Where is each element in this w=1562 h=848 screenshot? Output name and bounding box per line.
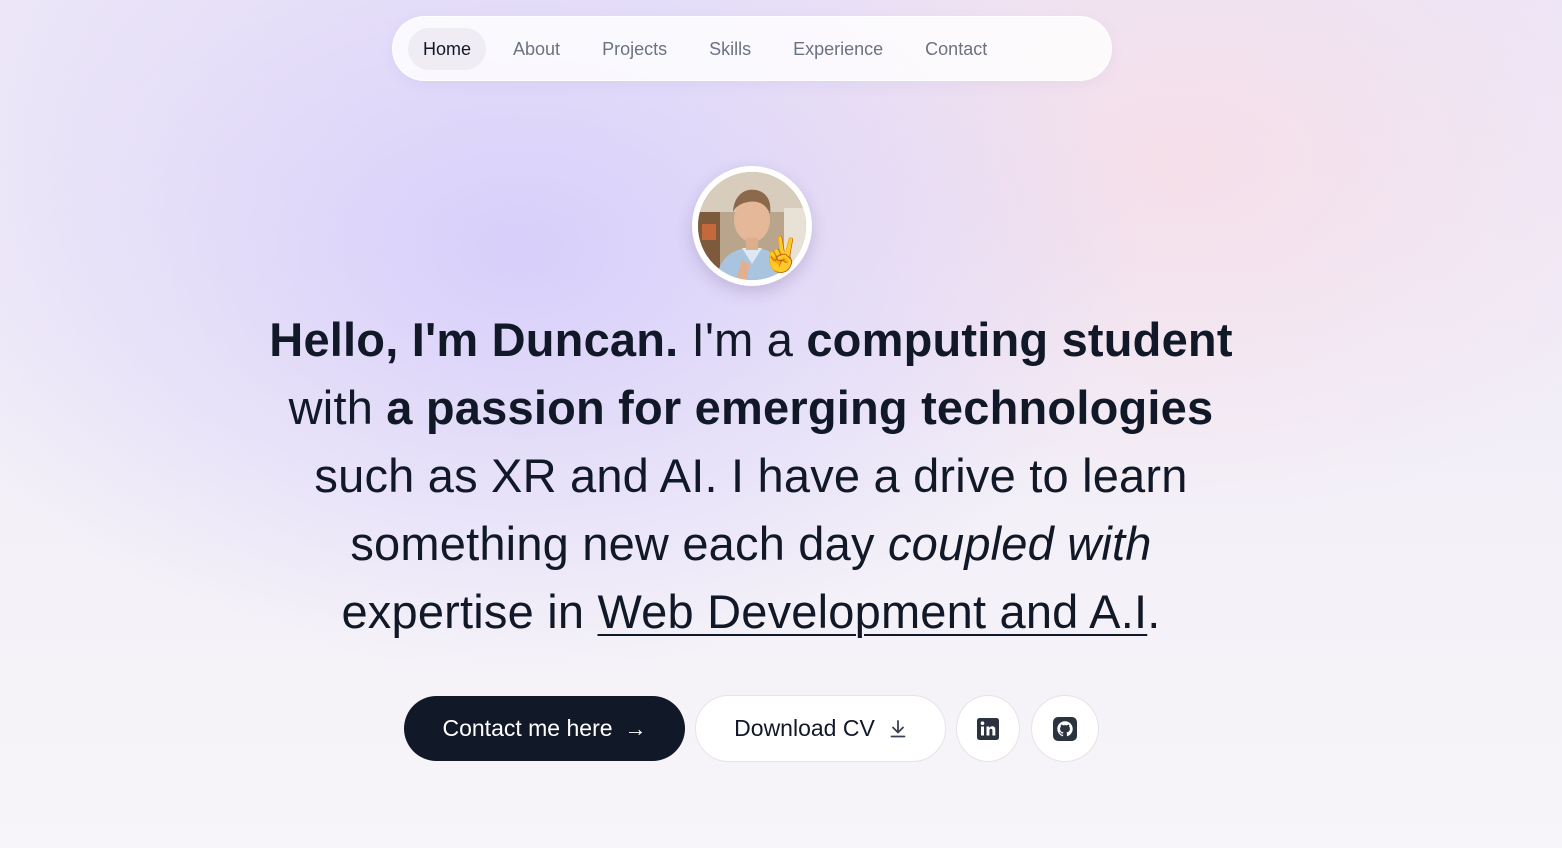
linkedin-icon	[977, 717, 999, 740]
nav-item-home[interactable]: Home	[408, 27, 487, 70]
passion-highlight: a passion for emerging technologies	[386, 381, 1214, 434]
hero-page: Home About Projects Skills Experience Co…	[0, 0, 1562, 848]
linkedin-button[interactable]	[956, 695, 1020, 762]
headline-text-5: .	[1147, 585, 1161, 638]
nav-item-projects[interactable]: Projects	[587, 28, 682, 70]
github-button[interactable]	[1031, 695, 1099, 762]
peace-hand-emoji: ✌️	[760, 235, 803, 275]
expertise-highlight: Web Development and A.I	[597, 585, 1148, 638]
coupled-with-text: coupled with	[887, 517, 1152, 570]
github-icon	[1053, 716, 1077, 741]
nav-item-about[interactable]: About	[498, 28, 575, 70]
download-cv-label: Download CV	[734, 715, 875, 741]
nav-item-experience[interactable]: Experience	[778, 28, 898, 70]
headline-text-1: I'm a	[678, 313, 807, 366]
nav-item-skills[interactable]: Skills	[694, 28, 766, 70]
arrow-right-icon: →	[624, 715, 647, 741]
greeting: Hello, I'm Duncan.	[269, 313, 679, 366]
headline-text-2: with	[288, 381, 387, 434]
contact-button-label: Contact me here	[442, 715, 613, 741]
headline-text-4: expertise in	[341, 585, 598, 638]
hero-headline: Hello, I'm Duncan. I'm a computing stude…	[250, 306, 1252, 646]
contact-me-button[interactable]: Contact me here →	[404, 696, 685, 761]
nav-item-contact[interactable]: Contact	[910, 28, 1002, 70]
download-cv-button[interactable]: Download CV	[695, 695, 946, 762]
role-highlight: computing student	[806, 313, 1233, 366]
top-navigation: Home About Projects Skills Experience Co…	[392, 16, 1112, 81]
download-icon	[889, 719, 907, 739]
